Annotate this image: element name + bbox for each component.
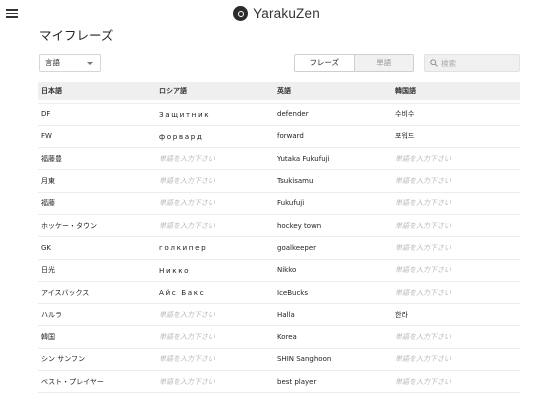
cell-ja[interactable]: 韓国 bbox=[38, 326, 156, 348]
cell-en[interactable]: goalkeeper bbox=[274, 237, 392, 259]
cell-en[interactable]: IceBucks bbox=[274, 281, 392, 303]
cell-ru[interactable]: 単語を入力下さい bbox=[156, 214, 274, 236]
cell-ko[interactable]: 한라 bbox=[392, 304, 520, 326]
cell-ru[interactable]: голкипер bbox=[156, 237, 274, 259]
cell-ja[interactable]: 日光 bbox=[38, 259, 156, 281]
cell-en[interactable]: Yutaka Fukufuji bbox=[274, 148, 392, 170]
cell-ko[interactable]: 単語を入力下さい bbox=[392, 348, 520, 370]
cell-ko[interactable]: 포워드 bbox=[392, 125, 520, 147]
cell-ja[interactable]: ハルラ bbox=[38, 304, 156, 326]
cell-ru[interactable]: 単語を入力下さい bbox=[156, 304, 274, 326]
phrase-table: 日本語 ロシア語 英語 韓国語 DF Защитник defender 수비수 FW ф… bbox=[38, 82, 520, 400]
header-japanese: 日本語 bbox=[41, 87, 62, 95]
table-row[interactable]: DF Защитник defender 수비수 bbox=[38, 103, 520, 126]
toggle-phrases[interactable]: フレーズ bbox=[295, 55, 354, 71]
cell-ja[interactable]: 福藤 bbox=[38, 192, 156, 214]
cell-ko[interactable]: 수비수 bbox=[392, 103, 520, 125]
cell-ru[interactable]: Айс Бакс bbox=[156, 281, 274, 303]
cell-ja[interactable]: OT負け bbox=[38, 393, 156, 400]
cell-ja[interactable]: FW bbox=[38, 125, 156, 147]
table-row[interactable]: ホッケー・タウン 単語を入力下さい hockey town 単語を入力下さい bbox=[38, 214, 520, 237]
cell-ko[interactable]: 単語を入力下さい bbox=[392, 259, 520, 281]
cell-en[interactable]: Halla bbox=[274, 304, 392, 326]
search-input[interactable] bbox=[441, 56, 517, 70]
table-row[interactable]: GK голкипер goalkeeper 単語を入力下さい bbox=[38, 237, 520, 260]
cell-ja[interactable]: 福藤豊 bbox=[38, 148, 156, 170]
cell-ru[interactable]: Защитник bbox=[156, 103, 274, 125]
cell-ko[interactable]: 単語を入力下さい bbox=[392, 237, 520, 259]
cell-en[interactable]: forward bbox=[274, 125, 392, 147]
cell-ko[interactable]: 単語を入力下さい bbox=[392, 214, 520, 236]
language-select[interactable]: 言語 bbox=[39, 54, 101, 72]
cell-ru[interactable]: форвард bbox=[156, 125, 274, 147]
cell-ru[interactable]: 単語を入力下さい bbox=[156, 192, 274, 214]
table-row[interactable]: 韓国 単語を入力下さい Korea 単語を入力下さい bbox=[38, 326, 520, 349]
cell-en[interactable]: overtime loss bbox=[274, 393, 392, 400]
cell-ja[interactable]: ベスト・プレイヤー bbox=[38, 371, 156, 393]
search-icon bbox=[430, 59, 438, 67]
cell-ja[interactable]: ホッケー・タウン bbox=[38, 214, 156, 236]
cell-ja[interactable]: 月東 bbox=[38, 170, 156, 192]
cell-en[interactable]: Fukufuji bbox=[274, 192, 392, 214]
cell-ko[interactable]: 単語を入力下さい bbox=[392, 192, 520, 214]
cell-ru[interactable]: 単語を入力下さい bbox=[156, 371, 274, 393]
yarakuzen-logo-icon bbox=[233, 6, 249, 21]
cell-ko[interactable]: 単語を入力下さい bbox=[392, 371, 520, 393]
cell-en[interactable]: best player bbox=[274, 371, 392, 393]
cell-en[interactable]: hockey town bbox=[274, 214, 392, 236]
header-english: 英語 bbox=[277, 87, 291, 95]
cell-ko[interactable]: 単語を入力下さい bbox=[392, 393, 520, 400]
cell-en[interactable]: Nikko bbox=[274, 259, 392, 281]
table-row[interactable]: シン サンフン 単語を入力下さい SHIN Sanghoon 単語を入力下さい bbox=[38, 348, 520, 371]
header-korean: 韓国語 bbox=[395, 87, 416, 95]
language-select-label: 言語 bbox=[45, 58, 60, 67]
table-row[interactable]: 福藤豊 単語を入力下さい Yutaka Fukufuji 単語を入力下さい bbox=[38, 148, 520, 170]
cell-ja[interactable]: アイスバックス bbox=[38, 281, 156, 303]
brand-header[interactable]: YarakuZen bbox=[0, 6, 553, 21]
table-row[interactable]: OT負け単語を入力下さいovertime loss単語を入力下さい bbox=[38, 393, 520, 400]
table-row[interactable]: 日光 Никко Nikko 単語を入力下さい bbox=[38, 259, 520, 282]
phrase-word-toggle[interactable]: フレーズ 単語 bbox=[294, 54, 414, 72]
cell-ru[interactable]: 単語を入力下さい bbox=[156, 326, 274, 348]
cell-ko[interactable]: 単語を入力下さい bbox=[392, 170, 520, 192]
toggle-words[interactable]: 単語 bbox=[353, 55, 413, 71]
cell-en[interactable]: Tsukisamu bbox=[274, 170, 392, 192]
cell-ru[interactable]: 単語を入力下さい bbox=[156, 148, 274, 170]
search-box[interactable] bbox=[424, 54, 520, 72]
chevron-down-icon bbox=[87, 62, 93, 65]
table-row[interactable]: 福藤 単語を入力下さい Fukufuji 単語を入力下さい bbox=[38, 192, 520, 215]
table-row[interactable]: ハルラ 単語を入力下さい Halla 한라 bbox=[38, 304, 520, 326]
table-header-row: 日本語 ロシア語 英語 韓国語 bbox=[38, 82, 520, 100]
brand-name: YarakuZen bbox=[253, 6, 320, 21]
header-russian: ロシア語 bbox=[159, 87, 187, 95]
cell-ru[interactable]: 単語を入力下さい bbox=[156, 393, 274, 400]
cell-ja[interactable]: DF bbox=[38, 103, 156, 125]
cell-ja[interactable]: GK bbox=[38, 237, 156, 259]
cell-ko[interactable]: 単語を入力下さい bbox=[392, 326, 520, 348]
page-title: マイフレーズ bbox=[39, 28, 114, 43]
table-row[interactable]: 月東 単語を入力下さい Tsukisamu 単語を入力下さい bbox=[38, 170, 520, 193]
cell-ko[interactable]: 単語を入力下さい bbox=[392, 281, 520, 303]
cell-en[interactable]: Korea bbox=[274, 326, 392, 348]
table-row[interactable]: アイスバックス Айс Бакс IceBucks 単語を入力下さい bbox=[38, 281, 520, 304]
cell-en[interactable]: SHIN Sanghoon bbox=[274, 348, 392, 370]
cell-ja[interactable]: シン サンフン bbox=[38, 348, 156, 370]
cell-ko[interactable]: 単語を入力下さい bbox=[392, 148, 520, 170]
cell-ru[interactable]: 単語を入力下さい bbox=[156, 348, 274, 370]
table-row[interactable]: ベスト・プレイヤー 単語を入力下さい best player 単語を入力下さい bbox=[38, 371, 520, 393]
cell-ru[interactable]: Никко bbox=[156, 259, 274, 281]
table-row[interactable]: FW форвард forward 포워드 bbox=[38, 125, 520, 148]
cell-en[interactable]: defender bbox=[274, 103, 392, 125]
cell-ru[interactable]: 単語を入力下さい bbox=[156, 170, 274, 192]
